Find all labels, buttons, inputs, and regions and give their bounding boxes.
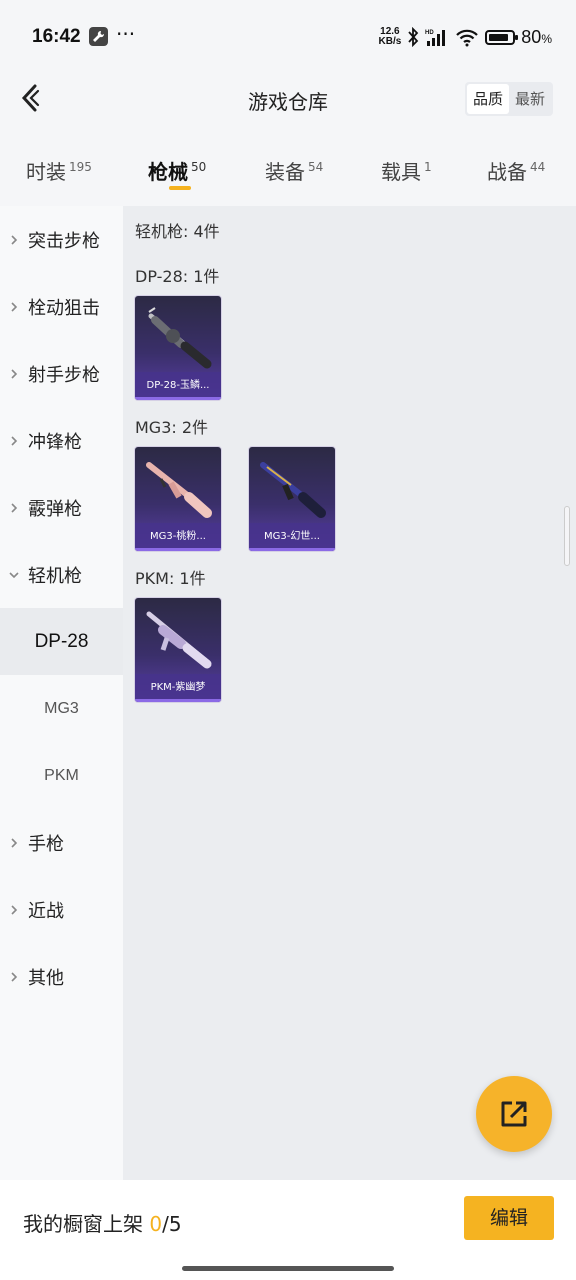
signal-icon: HD — [425, 30, 446, 46]
tab-label: 装备 — [265, 160, 305, 184]
share-external-icon — [501, 1101, 527, 1127]
chevron-down-icon — [0, 571, 28, 579]
chevron-right-icon — [0, 435, 28, 447]
wifi-icon — [456, 29, 479, 47]
tab-vehicles[interactable]: 载具 1 — [381, 156, 432, 185]
shelf-label: 我的橱窗上架 — [23, 1212, 150, 1236]
home-indicator[interactable] — [182, 1266, 394, 1271]
sidebar-item-label: 轻机枪 — [28, 565, 82, 587]
shelf-count: 0 — [149, 1212, 163, 1236]
sidebar-item-label: 霰弹枪 — [28, 498, 82, 520]
shelf-status: 我的橱窗上架 0/5 — [23, 1208, 182, 1237]
tab-count: 54 — [308, 160, 324, 174]
weapon-card-name: DP-28-玉鳞... — [135, 372, 221, 400]
chevron-right-icon — [0, 301, 28, 313]
tab-label: 枪械 — [148, 160, 188, 184]
weapon-card-mg3-fantasy[interactable]: MG3-幻世... — [248, 446, 336, 552]
tab-equipment[interactable]: 装备 54 — [265, 156, 323, 185]
sidebar-item-label: 栓动狙击 — [28, 297, 100, 319]
chevron-right-icon — [0, 368, 28, 380]
weapon-card-name: PKM-紫幽梦 — [135, 674, 221, 702]
sidebar-item-melee[interactable]: 近战 — [0, 876, 123, 943]
group-label-dp28: DP-28: 1件 — [135, 267, 220, 286]
sidebar-item-label: 射手步枪 — [28, 364, 100, 386]
sort-toggle: 品质 最新 — [464, 82, 553, 116]
sidebar-subitem-mg3[interactable]: MG3 — [0, 675, 123, 742]
chevron-right-icon — [0, 971, 28, 983]
chevron-right-icon — [0, 502, 28, 514]
bottom-bar: 我的橱窗上架 0/5 编辑 — [0, 1180, 576, 1280]
sidebar-item-pistol[interactable]: 手枪 — [0, 809, 123, 876]
app-header: 游戏仓库 品质 最新 — [0, 70, 576, 130]
gun-image — [146, 462, 212, 518]
weapon-card-name: MG3-桃粉... — [135, 523, 221, 551]
wrench-icon — [89, 27, 108, 46]
sidebar-subitem-pkm[interactable]: PKM — [0, 742, 123, 809]
rarity-bar — [135, 699, 221, 702]
status-right-group: 12.6 KB/s HD 80% — [379, 24, 552, 50]
network-speed-unit: KB/s — [378, 36, 402, 47]
battery-unit: % — [541, 31, 552, 46]
sidebar-item-label: 冲锋枪 — [28, 431, 82, 453]
weapon-card-name: MG3-幻世... — [249, 523, 335, 551]
sidebar-item-shotgun[interactable]: 霰弹枪 — [0, 474, 123, 541]
sidebar-item-label: 突击步枪 — [28, 230, 100, 252]
status-bar: 16:42 ··· 12.6 KB/s HD 80% — [0, 0, 576, 70]
weapon-card-pkm[interactable]: PKM-紫幽梦 — [134, 597, 222, 703]
sort-by-quality[interactable]: 品质 — [466, 84, 509, 114]
sidebar-item-lmg[interactable]: 轻机枪 — [0, 541, 123, 608]
status-more-dots: ··· — [116, 22, 136, 46]
group-label-pkm: PKM: 1件 — [135, 569, 206, 588]
tab-guns[interactable]: 枪械 50 — [148, 156, 206, 185]
sidebar-item-other[interactable]: 其他 — [0, 943, 123, 1010]
sidebar-item-bolt-sniper[interactable]: 栓动狙击 — [0, 273, 123, 340]
sidebar-item-assault-rifle[interactable]: 突击步枪 — [0, 206, 123, 273]
weapon-card-dp28[interactable]: DP-28-玉鳞... — [134, 295, 222, 401]
tab-count: 1 — [424, 160, 432, 174]
tab-label: 载具 — [381, 160, 421, 184]
sidebar-item-marksman-rifle[interactable]: 射手步枪 — [0, 340, 123, 407]
chevron-right-icon — [0, 904, 28, 916]
sort-by-latest[interactable]: 最新 — [509, 84, 551, 114]
tab-label: 战备 — [487, 160, 527, 184]
edit-button[interactable]: 编辑 — [464, 1196, 554, 1240]
battery-percent: 80 — [521, 26, 542, 47]
tab-supplies[interactable]: 战备 44 — [487, 156, 545, 185]
sidebar-item-smg[interactable]: 冲锋枪 — [0, 407, 123, 474]
gun-image — [146, 611, 212, 669]
status-time: 16:42 — [32, 26, 81, 47]
rarity-bar — [135, 548, 221, 551]
shelf-total: /5 — [162, 1212, 182, 1236]
tab-outfits[interactable]: 时装 195 — [26, 156, 92, 185]
share-fab-button[interactable] — [476, 1076, 552, 1152]
rarity-bar — [135, 397, 221, 400]
sidebar-subitem-dp28[interactable]: DP-28 — [0, 608, 123, 675]
battery-icon — [485, 29, 519, 45]
network-speed: 12.6 KB/s — [379, 27, 402, 47]
gun-image — [260, 462, 326, 518]
svg-text:HD: HD — [425, 30, 434, 36]
sidebar-item-label: 近战 — [28, 900, 64, 922]
category-summary: 轻机枪: 4件 — [135, 222, 220, 241]
group-label-mg3: MG3: 2件 — [135, 418, 209, 437]
weapon-category-sidebar: 突击步枪 栓动狙击 射手步枪 冲锋枪 霰弹枪 轻机枪 DP-28 MG3 PKM… — [0, 206, 123, 1180]
weapon-list[interactable]: 轻机枪: 4件 DP-28: 1件 DP-28-玉鳞... MG3: 2件 MG… — [123, 206, 576, 1180]
tab-count: 50 — [191, 160, 207, 174]
chevron-right-icon — [0, 234, 28, 246]
active-tab-indicator — [169, 186, 191, 190]
bluetooth-icon — [408, 27, 419, 47]
tab-count: 195 — [69, 160, 92, 174]
scrollbar[interactable] — [564, 506, 570, 566]
weapon-card-mg3-pink[interactable]: MG3-桃粉... — [134, 446, 222, 552]
chevron-right-icon — [0, 837, 28, 849]
gun-image — [148, 307, 212, 369]
tab-label: 时装 — [26, 160, 66, 184]
sidebar-item-label: 其他 — [28, 967, 64, 989]
rarity-bar — [249, 548, 335, 551]
tab-count: 44 — [530, 160, 546, 174]
category-tabs: 时装 195 枪械 50 装备 54 载具 1 战备 44 — [0, 146, 576, 196]
battery-level: 80% — [521, 27, 552, 48]
sidebar-item-label: 手枪 — [28, 833, 64, 855]
